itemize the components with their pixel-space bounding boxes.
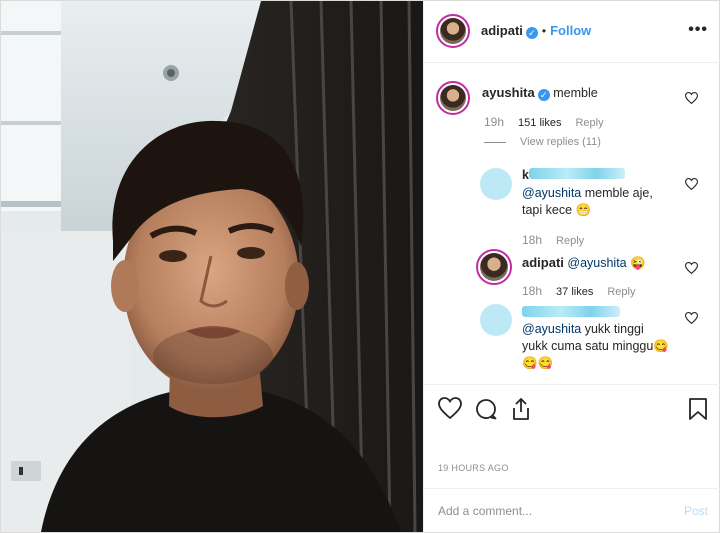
separator: • — [541, 24, 547, 38]
comment-like-heart-icon[interactable] — [685, 312, 698, 324]
verified-badge-icon: ✓ — [537, 89, 550, 101]
mention-link[interactable]: @ayushita — [522, 322, 581, 336]
comment-avatar[interactable] — [436, 81, 470, 115]
post-comment-button[interactable]: Post — [684, 504, 708, 518]
comment-reply-button[interactable]: Reply — [556, 235, 584, 247]
action-bar — [424, 384, 720, 434]
add-comment-input[interactable] — [438, 501, 658, 521]
comment-body: ayushita ✓ memble — [482, 84, 598, 102]
reply-text: @ayushita yukk tinggi yukk cuma satu min… — [522, 322, 669, 370]
reply-meta: 18h Reply — [522, 233, 585, 247]
comments-list: ayushita ✓ memble 19h 151 likes Reply View … — [424, 64, 720, 384]
comment-like-heart-icon[interactable] — [685, 262, 698, 274]
reply-text: adipati @ayushita 😜 — [522, 255, 646, 270]
hidden-username — [522, 306, 620, 320]
author-avatar[interactable] — [436, 14, 470, 48]
follow-button[interactable]: Follow — [550, 23, 591, 38]
post-header: adipati ✓ • Follow ••• — [424, 1, 720, 63]
comment-like-heart-icon[interactable] — [685, 92, 698, 104]
hidden-username: k — [522, 168, 625, 182]
comment-username[interactable]: ayushita — [482, 85, 535, 100]
view-replies-label[interactable]: View replies (11) — [520, 136, 601, 148]
mention-link[interactable]: @ayushita — [522, 186, 581, 200]
add-comment-bar: Post — [424, 488, 720, 532]
comment-reply-button[interactable]: Reply — [575, 117, 603, 129]
selfie-image — [1, 1, 423, 532]
author-line: adipati ✓ • Follow — [481, 23, 591, 39]
comment-reply-button[interactable]: Reply — [607, 286, 635, 298]
comment-time: 19h — [484, 115, 505, 129]
more-horizontal-icon[interactable]: ••• — [688, 21, 708, 39]
blurred-username — [522, 306, 620, 317]
post-photo[interactable] — [1, 1, 423, 532]
comment-username[interactable]: adipati — [522, 255, 564, 270]
comment-like-heart-icon[interactable] — [685, 178, 698, 190]
verified-badge-icon: ✓ — [525, 27, 538, 39]
share-icon[interactable] — [510, 397, 532, 421]
reply-avatar[interactable] — [480, 304, 512, 336]
bookmark-icon[interactable] — [688, 397, 708, 421]
reply-text: @ayushita memble aje, tapi kece 😁 — [522, 186, 653, 217]
divider-line — [484, 141, 506, 143]
blurred-username — [528, 168, 625, 179]
post-timestamp[interactable]: 19 HOURS AGO — [438, 463, 509, 473]
comment-text: memble — [553, 86, 598, 100]
heart-icon[interactable] — [438, 397, 462, 419]
comment-icon[interactable] — [474, 397, 498, 421]
view-replies[interactable]: View replies (11) — [484, 136, 615, 148]
comment-meta: 19h 151 likes Reply — [484, 115, 618, 129]
comment-likes[interactable]: 37 likes — [556, 286, 593, 298]
post-side-panel: adipati ✓ • Follow ••• ayushita ✓ memble 19h… — [423, 1, 720, 532]
author-username[interactable]: adipati — [481, 23, 523, 38]
reply-avatar[interactable] — [476, 249, 512, 285]
mention-link[interactable]: @ayushita — [567, 256, 626, 270]
reply-avatar[interactable] — [480, 168, 512, 200]
comment-likes[interactable]: 151 likes — [518, 117, 561, 129]
reply-meta: 18h 37 likes Reply — [522, 284, 636, 298]
